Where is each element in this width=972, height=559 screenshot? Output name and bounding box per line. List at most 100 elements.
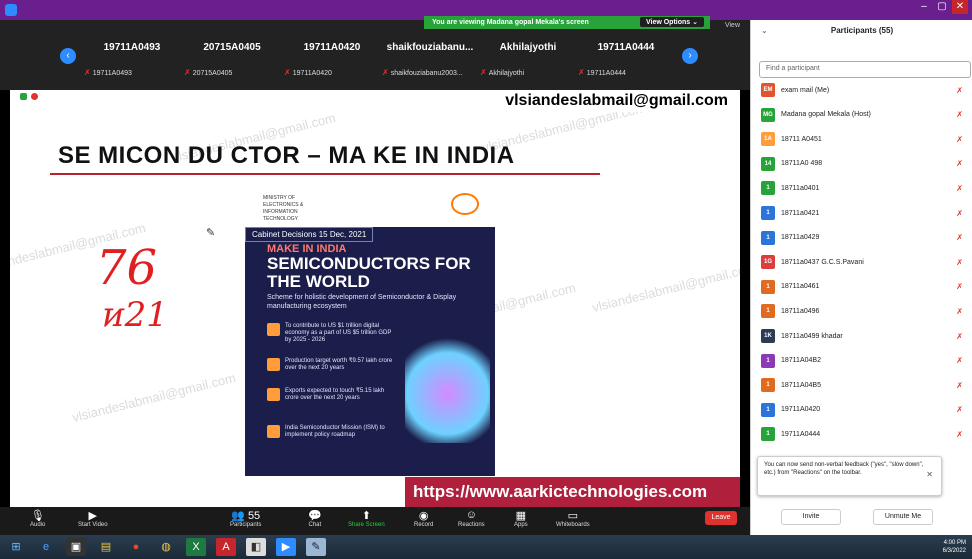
tile-name: 19711A0493 bbox=[103, 42, 161, 53]
slide-title: SE MICON DU CTOR – MA KE IN INDIA bbox=[58, 142, 515, 169]
avatar: EM bbox=[761, 83, 775, 97]
tile-label: 19711A0444 bbox=[586, 70, 626, 77]
participant-row[interactable]: 1 19711A0420 ✗ bbox=[761, 402, 967, 418]
poster-image: MINISTRY OF ELECTRONICS & INFORMATION TE… bbox=[245, 183, 495, 476]
avatar: 1 bbox=[761, 181, 775, 196]
poster-item: India Semiconductor Mission (ISM) to imp… bbox=[267, 425, 397, 439]
video-tile[interactable]: Akhilajyothi ✗ Akhilajyothi bbox=[476, 20, 580, 84]
mic-muted-icon: ✗ bbox=[284, 68, 291, 77]
participant-row[interactable]: 1 18711A04B2 ✗ bbox=[761, 353, 967, 369]
leave-button[interactable]: Leave bbox=[705, 511, 737, 525]
excel-icon[interactable]: X bbox=[186, 538, 206, 556]
avatar: 1 bbox=[761, 402, 775, 417]
zoom-window: – ▢ ✕ ‹ 19711A0493 ✗ 19711A0493 20715A0405… bbox=[0, 0, 972, 559]
zoom-icon[interactable]: ▶ bbox=[276, 538, 296, 556]
notes-icon[interactable]: ✎ bbox=[306, 538, 326, 556]
participant-search-input[interactable]: Find a participant bbox=[759, 61, 971, 78]
mic-muted-icon: ✗ bbox=[956, 282, 963, 292]
wafer-illustration bbox=[405, 333, 490, 443]
view-button[interactable]: View bbox=[725, 22, 740, 29]
video-tile[interactable]: 19711A0420 ✗ 19711A0420 bbox=[280, 20, 384, 84]
chrome-icon[interactable]: ◍ bbox=[156, 538, 176, 556]
apps-icon: ▦ bbox=[515, 510, 527, 522]
recording-indicator: Recording bbox=[20, 93, 74, 100]
close-button[interactable]: ✕ bbox=[952, 0, 968, 14]
start-button[interactable]: ⊞ bbox=[6, 538, 26, 556]
chat-button[interactable]: 💬 Chat bbox=[308, 509, 322, 528]
strip-next-button[interactable]: › bbox=[682, 48, 698, 64]
cabinet-label: Cabinet Decisions 15 Dec, 2021 bbox=[245, 227, 374, 242]
pdf-icon[interactable]: A bbox=[216, 538, 236, 556]
mic-muted-icon: ✗ bbox=[382, 68, 389, 77]
video-tile[interactable]: 19711A0493 ✗ 19711A0493 bbox=[80, 20, 184, 84]
windows-taskbar: ⊞ e ▣ ▤ ● ◍ X A ◧ ▶ ✎ 4:00 PM 6/3/2022 bbox=[0, 535, 972, 559]
participant-row[interactable]: 1 18711A04B5 ✗ bbox=[761, 377, 967, 393]
folder-icon[interactable]: ▤ bbox=[96, 538, 116, 556]
participant-row[interactable]: MG Madana gopal Mekala (Host) ✗ bbox=[761, 107, 967, 123]
avatar: 14 bbox=[761, 156, 775, 171]
participant-row[interactable]: 1A 18711 A0451 ✗ bbox=[761, 131, 967, 147]
participant-name: 18711a0401 bbox=[781, 184, 820, 192]
media-icon[interactable]: ▣ bbox=[66, 538, 86, 556]
app-icon[interactable]: ◧ bbox=[246, 538, 266, 556]
record-button[interactable]: ◉ Record bbox=[414, 509, 433, 528]
shield-icon bbox=[20, 93, 27, 100]
collapse-chevron-icon[interactable]: ⌄ bbox=[761, 26, 768, 35]
participant-row[interactable]: 1 18711a0429 ✗ bbox=[761, 230, 967, 246]
minimize-button[interactable]: – bbox=[916, 0, 932, 14]
ie-icon[interactable]: e bbox=[36, 538, 56, 556]
participant-row[interactable]: 1 18711a0496 ✗ bbox=[761, 303, 967, 319]
participants-button[interactable]: 👥 55 Participants bbox=[230, 509, 261, 528]
watermark: vlsiandeslabmail@gmail.com bbox=[590, 259, 740, 316]
start-video-button[interactable]: ▶ Start Video bbox=[78, 509, 108, 528]
participant-row[interactable]: EM exam mail (Me) ✗ bbox=[761, 82, 967, 98]
mic-muted-icon: ✗ bbox=[956, 331, 963, 341]
mic-muted-icon: ✗ bbox=[956, 110, 963, 120]
view-options-button[interactable]: View Options ⌄ bbox=[639, 17, 704, 27]
mic-muted-icon: ✗ bbox=[184, 68, 191, 77]
recording-label: Recording bbox=[42, 93, 74, 100]
reactions-button[interactable]: ☺ Reactions bbox=[458, 509, 485, 528]
tile-name: shaikfouziabanu... bbox=[386, 42, 474, 53]
participant-row[interactable]: 1G 18711a0437 G.C.S.Pavani ✗ bbox=[761, 254, 967, 270]
participant-row[interactable]: 1 19711A0444 ✗ bbox=[761, 426, 967, 442]
coins-icon bbox=[267, 323, 280, 336]
video-tile[interactable]: 19711A0444 ✗ 19711A0444 bbox=[574, 20, 678, 84]
participant-row[interactable]: 14 18711A0 498 ✗ bbox=[761, 156, 967, 172]
maximize-button[interactable]: ▢ bbox=[934, 0, 950, 14]
participant-row[interactable]: 1 18711a0421 ✗ bbox=[761, 205, 967, 221]
participant-name: 18711A0 498 bbox=[781, 160, 823, 168]
avatar: 1K bbox=[761, 329, 775, 343]
tile-label: 19711A0493 bbox=[92, 70, 132, 77]
participant-name: 18711A04B5 bbox=[781, 381, 821, 389]
firefox-icon[interactable]: ● bbox=[126, 538, 146, 556]
strip-prev-button[interactable]: ‹ bbox=[60, 48, 76, 64]
audio-button[interactable]: 🎙 Audio bbox=[30, 509, 45, 528]
close-icon[interactable]: ✕ bbox=[926, 471, 933, 479]
avatar: 1 bbox=[761, 230, 775, 245]
participant-name: 19711A0444 bbox=[781, 430, 821, 438]
video-tile[interactable]: shaikfouziabanu... ✗ shaikfouziabanu2003..… bbox=[378, 20, 482, 84]
whiteboards-button[interactable]: ▭ Whiteboards bbox=[556, 509, 590, 528]
zoom-logo-icon bbox=[5, 4, 17, 16]
share-icon: ⬆ bbox=[361, 510, 371, 522]
invite-button[interactable]: Invite bbox=[781, 509, 841, 525]
avatar: 1 bbox=[761, 378, 775, 393]
mic-muted-icon: ✗ bbox=[578, 68, 585, 77]
mic-muted-icon: ✗ bbox=[480, 68, 487, 77]
video-tile[interactable]: 20715A0405 ✗ 20715A0405 bbox=[180, 20, 284, 84]
poster-scheme: Scheme for holistic development of Semic… bbox=[267, 294, 457, 310]
participant-row[interactable]: 1 18711a0461 ✗ bbox=[761, 279, 967, 295]
system-tray[interactable]: 4:00 PM 6/3/2022 bbox=[943, 539, 966, 555]
mic-muted-icon: ✗ bbox=[956, 233, 963, 243]
whiteboard-icon: ▭ bbox=[567, 510, 579, 522]
share-screen-button[interactable]: ⬆ Share Screen bbox=[348, 509, 385, 528]
camera-off-icon: ▶ bbox=[88, 510, 98, 522]
participants-panel: Participants (55) ⌄ Find a participant E… bbox=[750, 20, 972, 535]
record-dot-icon bbox=[31, 93, 38, 100]
unmute-me-button[interactable]: Unmute Me bbox=[873, 509, 933, 525]
apps-button[interactable]: ▦ Apps bbox=[514, 509, 528, 528]
participant-row[interactable]: 1 18711a0401 ✗ bbox=[761, 180, 967, 196]
participant-row[interactable]: 1K 18711a0499 khadar ✗ bbox=[761, 328, 967, 344]
clock-date: 6/3/2022 bbox=[942, 548, 966, 554]
